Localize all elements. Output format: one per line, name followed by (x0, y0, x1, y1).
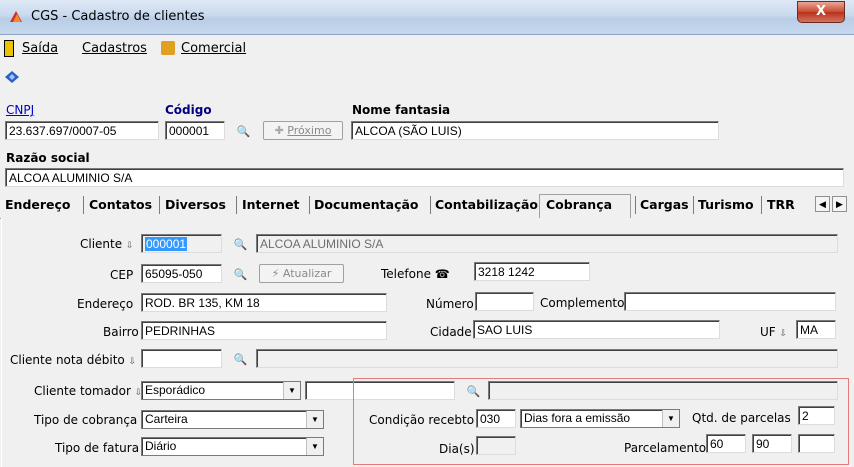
nota-debito-search-icon[interactable]: 🔍 (230, 350, 251, 369)
tab-endereco[interactable]: Endereço (5, 197, 71, 212)
cnpj-field[interactable]: 23.637.697/0007-05 (5, 121, 159, 140)
nome-fantasia-field[interactable]: ALCOA (SÃO LUIS) (351, 121, 719, 140)
atualizar-button[interactable]: ⚡ Atualizar (259, 264, 344, 283)
cliente-tomador-label: Cliente tomador ⇩ (34, 384, 143, 398)
close-button[interactable]: X (797, 1, 845, 23)
proximo-button[interactable]: ✚ Próximo (263, 121, 343, 140)
telephone-icon: ☎ (434, 267, 450, 281)
cep-label: CEP (110, 268, 134, 282)
codigo-field[interactable]: 000001 (165, 121, 225, 140)
nota-debito-name-field (256, 349, 838, 368)
cnpj-label[interactable]: CNPJ (6, 103, 34, 117)
endereco-label: Endereço (77, 297, 134, 311)
tipo-fatura-select[interactable]: Diário ▼ (141, 437, 324, 456)
tab-turismo[interactable]: Turismo (698, 197, 754, 212)
sort-down-icon: ⇩ (125, 241, 134, 251)
endereco-field[interactable]: ROD. BR 135, KM 18 (141, 293, 387, 312)
chevron-down-icon: ▼ (283, 382, 300, 399)
nome-fantasia-label: Nome fantasia (352, 103, 451, 117)
menu-cadastros[interactable]: Cadastros (82, 41, 147, 56)
cliente-nota-debito-field[interactable] (141, 349, 222, 368)
tab-trr[interactable]: TRR (767, 197, 795, 212)
razao-social-field[interactable]: ALCOA ALUMINIO S/A (5, 168, 844, 187)
razao-social-label: Razão social (6, 151, 90, 165)
cidade-label: Cidade (430, 325, 472, 339)
menu-saida[interactable]: Saída (22, 41, 58, 56)
tab-contabilizacao[interactable]: Contabilização (435, 197, 538, 212)
cliente-name-field: ALCOA ALUMINIO S/A (256, 234, 838, 253)
tab-diversos[interactable]: Diversos (165, 197, 226, 212)
codigo-label: Código (165, 103, 212, 117)
tipo-cobranca-label: Tipo de cobrança (34, 413, 138, 427)
chevron-down-icon: ▼ (306, 438, 323, 455)
bairro-label: Bairro (103, 325, 139, 339)
complemento-label: Complemento (540, 296, 625, 310)
sort-down-icon: ⇩ (128, 357, 137, 367)
search-binoculars-icon[interactable]: 🔍 (233, 122, 254, 141)
app-icon (10, 11, 22, 22)
cidade-field[interactable]: SAO LUIS (473, 320, 720, 339)
tab-cargas[interactable]: Cargas (640, 197, 689, 212)
chevron-down-icon: ▼ (306, 411, 323, 428)
tipo-cobranca-select[interactable]: Carteira ▼ (141, 410, 324, 429)
tab-strip: Endereço Contatos Diversos Internet Docu… (0, 194, 854, 220)
uf-label: UF ⇩ (760, 325, 788, 339)
sort-down-icon: ⇩ (779, 329, 788, 339)
cliente-label: Cliente ⇩ (80, 237, 134, 251)
cliente-nota-debito-label: Cliente nota débito ⇩ (10, 353, 137, 367)
cep-search-icon[interactable]: 🔍 (230, 265, 251, 284)
tab-internet[interactable]: Internet (242, 197, 300, 212)
cliente-search-icon[interactable]: 🔍 (230, 235, 251, 254)
tipo-fatura-label: Tipo de fatura (55, 441, 140, 455)
tab-scroll-right-icon[interactable]: ▶ (832, 196, 847, 212)
cliente-tomador-select[interactable]: Esporádico ▼ (141, 381, 301, 400)
highlight-box (353, 378, 849, 465)
exit-icon (4, 40, 14, 57)
tab-contatos[interactable]: Contatos (89, 197, 152, 212)
tab-documentacao[interactable]: Documentação (314, 197, 419, 212)
refresh-icon[interactable] (4, 70, 20, 84)
telefone-field[interactable]: 3218 1242 (474, 262, 590, 281)
tab-scroll-left-icon[interactable]: ◀ (815, 196, 830, 212)
tab-cobranca[interactable]: Cobrança (546, 197, 612, 212)
complemento-field[interactable] (624, 292, 836, 311)
uf-field[interactable]: MA (796, 320, 836, 339)
telefone-label: Telefone ☎ (381, 267, 450, 281)
numero-label: Número (426, 297, 474, 311)
menu-bar: Saída Cadastros Comercial (0, 35, 854, 61)
commerce-icon (161, 41, 175, 55)
cliente-code-field[interactable]: 000001 (141, 234, 222, 253)
numero-field[interactable] (475, 292, 534, 311)
window-title: CGS - Cadastro de clientes (31, 9, 205, 24)
bairro-field[interactable]: PEDRINHAS (141, 321, 387, 340)
menu-comercial[interactable]: Comercial (181, 41, 246, 56)
cep-field[interactable]: 65095-050 (141, 264, 222, 283)
